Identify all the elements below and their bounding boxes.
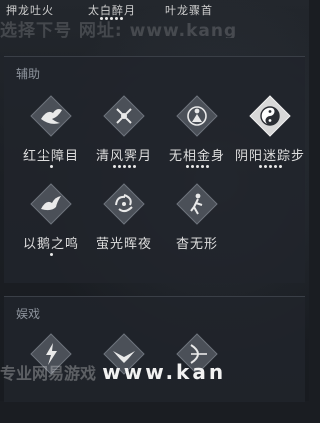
skill-level-dots — [16, 165, 86, 168]
skill-level-dots — [162, 165, 232, 168]
yin-yang-icon[interactable] — [249, 95, 291, 137]
watermark-top: 选择下号 网址: www.kang — [0, 21, 238, 38]
skill-name: 无相金身 — [168, 149, 225, 164]
watermark-bottom-url: www.kan — [102, 360, 227, 384]
skill-name: 红尘障目 — [22, 149, 79, 164]
golden-body-icon[interactable] — [176, 95, 218, 137]
skill-item[interactable]: 杳无形 — [162, 183, 232, 273]
skill-item-selected[interactable]: 阴阳迷踪步 — [235, 95, 305, 185]
skill-item[interactable]: 萤光晖夜 — [89, 183, 159, 273]
skill-name: 杳无形 — [175, 237, 218, 252]
skill-name: 萤光晖夜 — [95, 237, 152, 252]
skill-name: 阴阳迷踪步 — [234, 149, 305, 164]
skill-item[interactable]: 红尘障目 — [16, 95, 86, 185]
red-dust-veil-icon[interactable] — [30, 95, 72, 137]
skill-item[interactable]: 无相金身 — [162, 95, 232, 185]
clear-wind-moon-icon[interactable] — [103, 95, 145, 137]
skill-name: 以鹅之鸣 — [22, 237, 79, 252]
skill-level-dots — [235, 165, 305, 168]
skill-level-dots — [16, 253, 86, 256]
skill-level-dots — [89, 165, 159, 168]
section-title: 辅助 — [16, 67, 41, 81]
goose-call-icon[interactable] — [30, 183, 72, 225]
section-title: 娱戏 — [16, 307, 41, 321]
skill-name: 清风霁月 — [95, 149, 152, 164]
firefly-swirl-icon[interactable] — [103, 183, 145, 225]
watermark-bottom: 专业网易游戏 www.kan — [0, 360, 309, 390]
watermark-bottom-text: 专业网易游戏 — [0, 364, 97, 383]
skill-item[interactable]: 清风霁月 — [89, 95, 159, 185]
vanish-figure-icon[interactable] — [176, 183, 218, 225]
skill-item[interactable]: 以鹅之鸣 — [16, 183, 86, 273]
section-assist: 辅助 红尘障目 清风霁月 无相金身 阴阳迷踪步 以鹅之鸣 萤光晖夜 杳无形 — [4, 56, 305, 283]
